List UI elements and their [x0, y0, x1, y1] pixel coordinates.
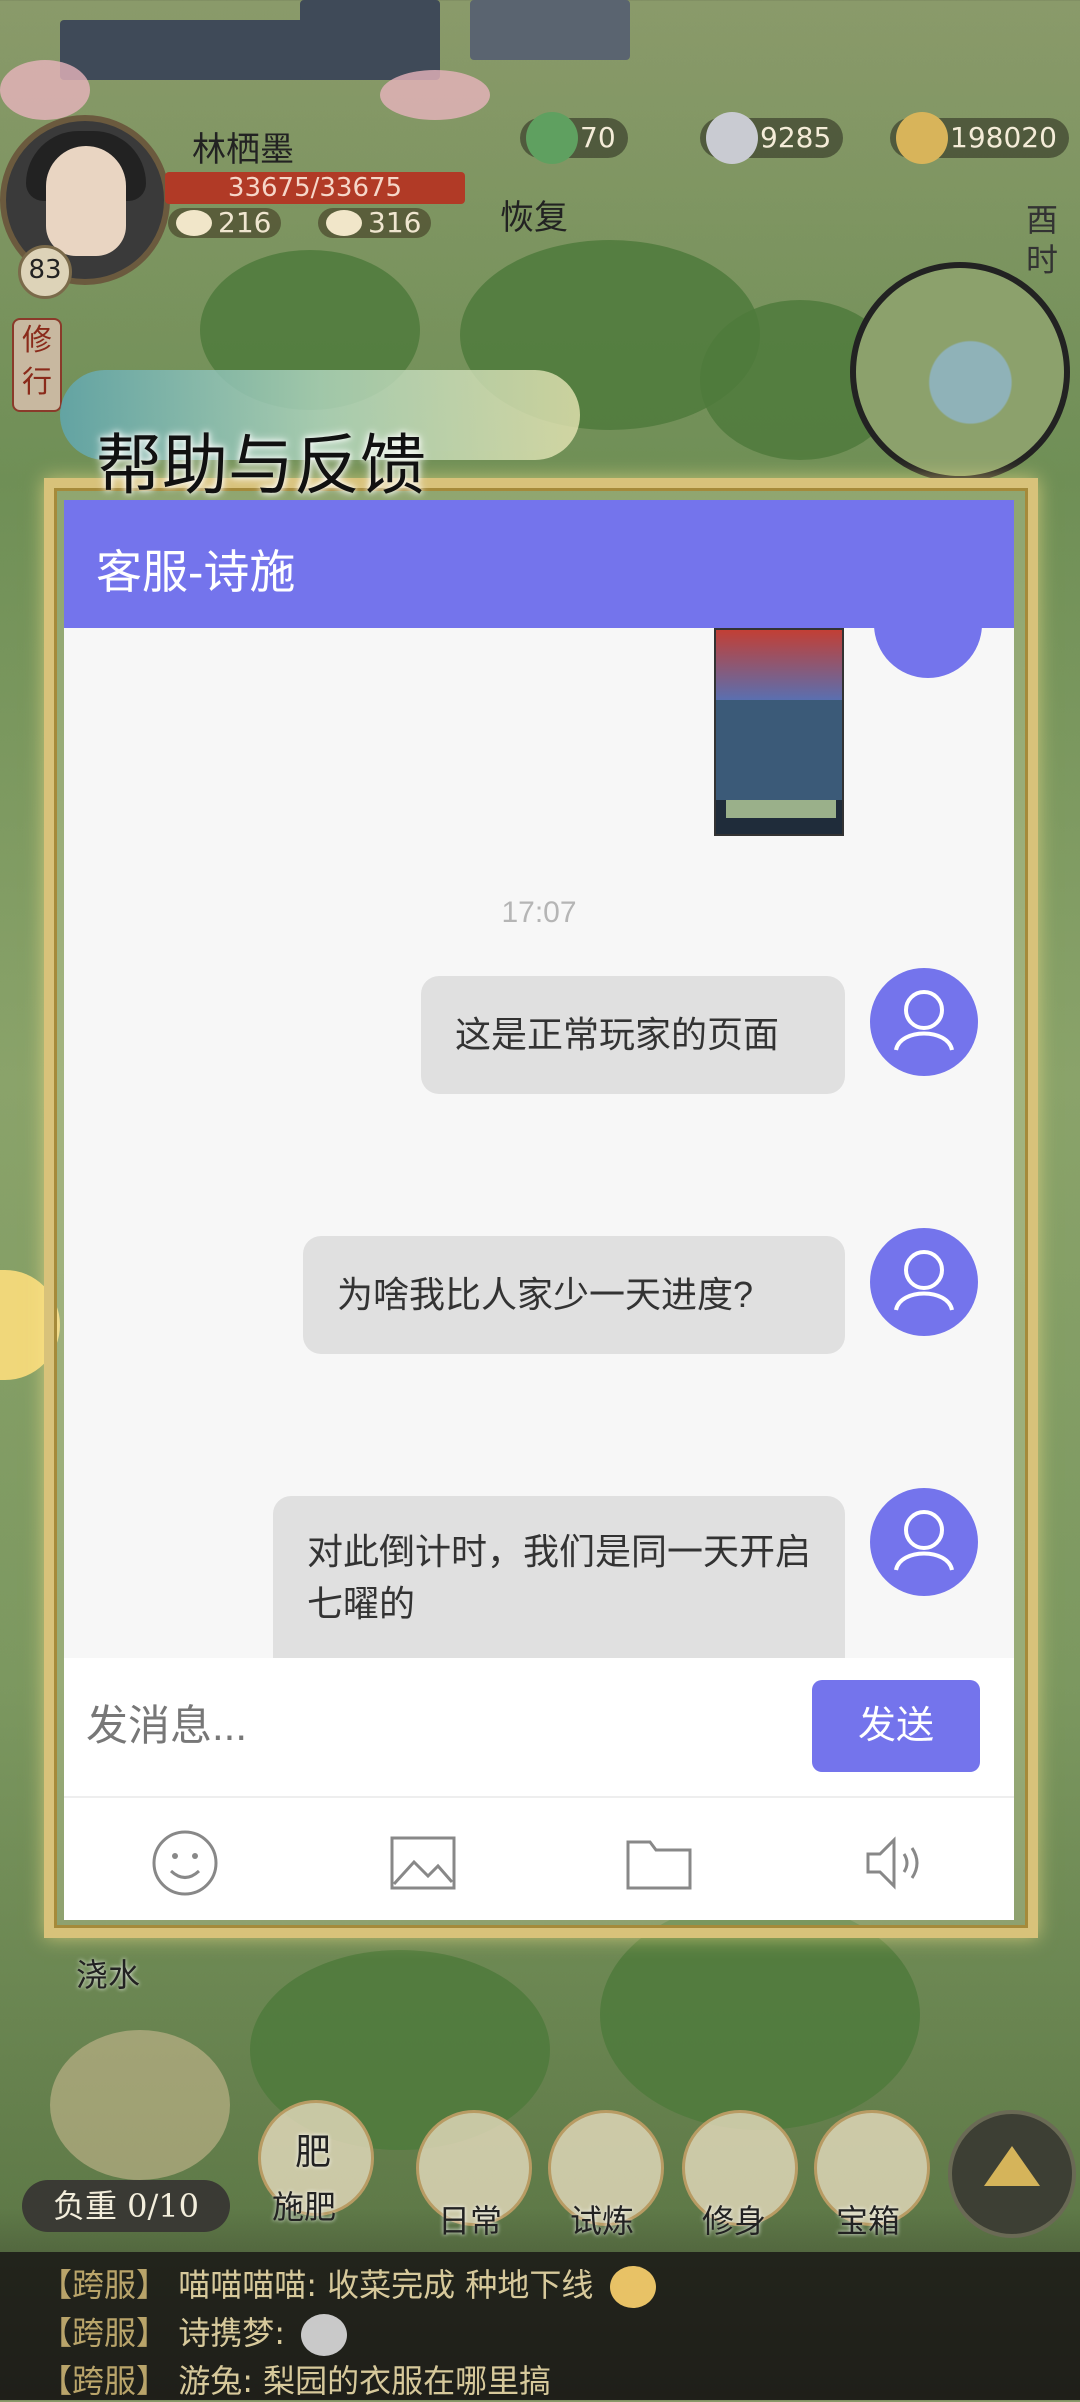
agent-name: 客服-诗施	[96, 546, 296, 598]
jade-icon	[526, 112, 578, 164]
silver-ingot-icon	[706, 112, 758, 164]
stat-bun: 316	[318, 206, 432, 239]
chest-label[interactable]: 宝箱	[836, 2196, 900, 2242]
burden-indicator: 负重 0/10	[22, 2180, 230, 2232]
coins-icon	[896, 112, 948, 164]
stat-bowl: 216	[168, 206, 282, 239]
chat-toolbar	[64, 1796, 1014, 1920]
trial-label[interactable]: 试炼	[570, 2196, 634, 2242]
chat-channel: 【跨服】	[40, 2362, 169, 2400]
daily-label[interactable]: 日常	[438, 2196, 502, 2242]
person-icon	[894, 1510, 954, 1571]
grumpy-emoji-icon	[301, 2314, 348, 2356]
watering-label[interactable]: 浇水	[76, 1950, 140, 1996]
thumb-button	[726, 800, 836, 818]
message-bubble[interactable]: 为啥我比人家少一天进度?	[303, 1236, 845, 1354]
image-icon[interactable]	[388, 1828, 458, 1898]
fertilize-bag-label: 肥	[295, 2132, 332, 2173]
support-chat-panel: 客服-诗施 17:07 这是正常玩家的页面 为啥我比人家少一天进度? 对此倒计时…	[64, 500, 1014, 1920]
time-of-day: 酉时	[1025, 201, 1058, 279]
blossom-tree	[0, 60, 90, 120]
user-avatar	[870, 1228, 978, 1336]
fertilize-label[interactable]: 施肥	[272, 2182, 336, 2228]
thumb-grid	[716, 700, 842, 800]
message-bubble[interactable]: 这是正常玩家的页面	[421, 976, 845, 1094]
chat-channel: 【跨服】	[40, 2314, 169, 2352]
collapse-menu-button[interactable]	[948, 2110, 1076, 2238]
hp-bar: 33675/33675	[165, 172, 465, 204]
resource-silver[interactable]: 9285	[700, 112, 844, 164]
bowl-icon	[176, 210, 212, 236]
stat-bun-value: 316	[368, 206, 422, 239]
laugh-emoji-icon	[609, 2266, 656, 2308]
chat-text: 喵喵喵喵: 收菜完成 种地下线	[178, 2266, 594, 2304]
chat-log-line: 【跨服】 喵喵喵喵: 收菜完成 种地下线	[40, 2260, 656, 2308]
emoji-icon[interactable]	[150, 1828, 220, 1898]
voice-icon[interactable]	[860, 1828, 930, 1898]
bun-icon	[326, 210, 362, 236]
silver-value: 9285	[760, 121, 832, 154]
avatar-face	[46, 146, 126, 256]
coins-value: 198020	[950, 121, 1057, 154]
jade-value: 70	[580, 121, 616, 154]
stat-bowl-value: 216	[218, 206, 272, 239]
chevron-up-icon	[984, 2146, 1040, 2186]
message-list[interactable]: 17:07 这是正常玩家的页面 为啥我比人家少一天进度? 对此倒计时，我们是同一…	[64, 628, 1014, 1658]
level-badge: 83	[18, 245, 72, 299]
player-name: 林栖墨	[192, 130, 294, 170]
minimap[interactable]	[850, 262, 1070, 482]
chat-log-line: 【跨服】 游兔: 梨园的衣服在哪里搞	[40, 2356, 551, 2402]
village-roof	[60, 20, 320, 80]
dialog-title: 帮助与反馈	[96, 427, 426, 504]
cultivate-label[interactable]: 修身	[702, 2196, 766, 2242]
user-avatar	[870, 968, 978, 1076]
chat-log-line: 【跨服】 诗携梦:	[40, 2308, 348, 2356]
person-icon	[894, 1250, 954, 1311]
resource-jade[interactable]: 70	[520, 112, 628, 164]
user-avatar	[870, 1488, 978, 1596]
chat-channel: 【跨服】	[40, 2266, 169, 2304]
chat-text: 游兔: 梨园的衣服在哪里搞	[178, 2362, 552, 2400]
blossom-tree	[380, 70, 490, 120]
message-timestamp: 17:07	[501, 896, 577, 929]
folder-icon[interactable]	[624, 1828, 694, 1898]
resource-coins[interactable]: 198020	[890, 112, 1069, 164]
chat-header: 客服-诗施	[64, 500, 1014, 628]
cultivation-button[interactable]: 修行	[12, 318, 62, 412]
message-input-bar: 发送	[64, 1658, 1014, 1796]
recover-button[interactable]: 恢复	[500, 190, 650, 238]
send-button[interactable]: 发送	[812, 1680, 980, 1772]
thumb-banner	[716, 630, 842, 700]
chat-text: 诗携梦:	[178, 2314, 285, 2352]
message-input[interactable]	[84, 1680, 648, 1772]
world-chat-log[interactable]: 【跨服】 喵喵喵喵: 收菜完成 种地下线 【跨服】 诗携梦: 【跨服】 游兔: …	[0, 2252, 1080, 2400]
user-avatar	[874, 628, 982, 678]
sent-screenshot-image[interactable]	[714, 628, 844, 836]
person-icon	[894, 990, 954, 1051]
message-bubble[interactable]: 对此倒计时，我们是同一天开启七曜的	[273, 1496, 845, 1658]
village-roof	[300, 0, 440, 80]
cart-icon[interactable]	[50, 2030, 230, 2180]
village-roof	[470, 0, 630, 60]
